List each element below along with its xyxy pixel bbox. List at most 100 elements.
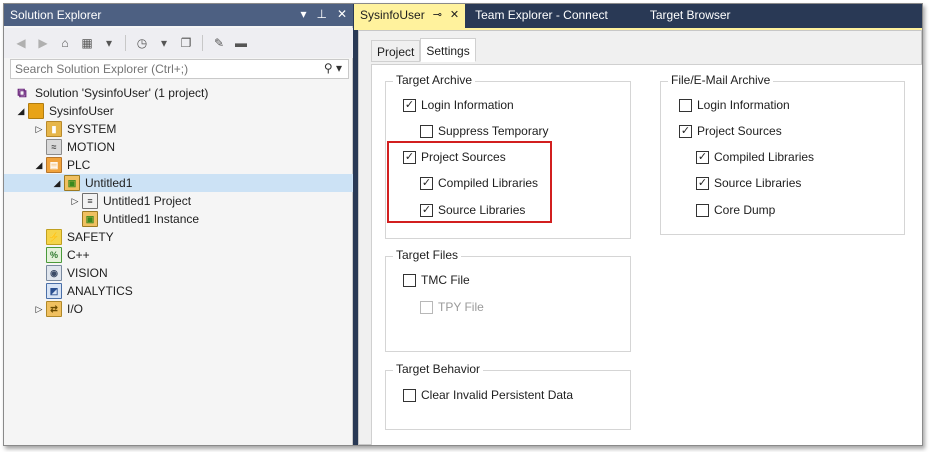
- close-icon[interactable]: ✕: [337, 7, 347, 21]
- tree-item-solution[interactable]: ⧉ Solution 'SysinfoUser' (1 project): [4, 84, 353, 102]
- toolbar-separator: [202, 35, 203, 51]
- solution-explorer-panel: Solution Explorer ▾ ⊥ ✕ ◀ ▶ ⌂ ▦ ▾ ◷ ▾ ❐ …: [4, 4, 353, 445]
- archive-project-sources-checkbox[interactable]: ✓ Project Sources: [679, 124, 782, 138]
- minus-icon[interactable]: ▬: [232, 34, 250, 52]
- tab-settings[interactable]: Settings: [420, 38, 476, 62]
- pin-icon[interactable]: ⊸: [433, 8, 442, 28]
- io-icon: ⇄: [46, 301, 62, 317]
- tab-sysinfouser[interactable]: SysinfoUser ⊸ ✕: [354, 4, 466, 28]
- tab-target-browser[interactable]: Target Browser: [644, 4, 737, 28]
- tree-item-label: I/O: [67, 302, 84, 316]
- solution-explorer-titlebar: Solution Explorer ▾ ⊥ ✕: [4, 4, 353, 26]
- chevron-down-icon[interactable]: ▾: [155, 34, 173, 52]
- analytics-icon: ◩: [46, 283, 62, 299]
- tree-item-plc[interactable]: ◢ ▤ PLC: [4, 156, 353, 174]
- core-dump-checkbox[interactable]: Core Dump: [696, 203, 775, 217]
- tree-item-system[interactable]: ▷ ▮ SYSTEM: [4, 120, 353, 138]
- tree-item-label: SAFETY: [67, 230, 114, 244]
- project-icon: [28, 103, 44, 119]
- checkbox-label: Core Dump: [714, 203, 776, 217]
- archive-source-libraries-checkbox[interactable]: ✓ Source Libraries: [696, 176, 801, 190]
- solution-explorer-toolbar: ◀ ▶ ⌂ ▦ ▾ ◷ ▾ ❐ ✎ ▬: [4, 28, 353, 58]
- target-files-group: Target Files TMC File TPY File: [385, 248, 631, 352]
- checkbox-label: Clear Invalid Persistent Data: [421, 388, 574, 402]
- checkbox-label: Login Information: [421, 98, 514, 112]
- search-input[interactable]: [11, 60, 311, 78]
- tree-item-safety[interactable]: ⚡ SAFETY: [4, 228, 353, 246]
- tree-item-label: Solution 'SysinfoUser' (1 project): [35, 86, 209, 100]
- cpp-icon: %: [46, 247, 62, 263]
- tab-project[interactable]: Project: [371, 40, 421, 62]
- checkbox-unchecked-icon[interactable]: [696, 203, 709, 217]
- checkbox-checked-icon[interactable]: ✓: [403, 98, 416, 112]
- chevron-down-icon[interactable]: ▾: [100, 34, 118, 52]
- tree-item-analytics[interactable]: ◩ ANALYTICS: [4, 282, 353, 300]
- tmc-file-checkbox[interactable]: TMC File: [403, 273, 470, 287]
- email-archive-group: File/E-Mail Archive Login Information ✓ …: [660, 73, 905, 235]
- collapse-all-icon[interactable]: ❐: [177, 34, 195, 52]
- expanded-arrow-icon[interactable]: ◢: [50, 176, 64, 190]
- solution-explorer-title: Solution Explorer: [10, 8, 102, 22]
- clear-invalid-persistent-data-checkbox[interactable]: Clear Invalid Persistent Data: [403, 388, 573, 402]
- login-information-checkbox[interactable]: ✓ Login Information: [403, 98, 514, 112]
- properties-wrench-icon[interactable]: ✎: [210, 34, 228, 52]
- system-icon: ▮: [46, 121, 62, 137]
- expanded-arrow-icon[interactable]: ◢: [14, 104, 28, 118]
- safety-icon: ⚡: [46, 229, 62, 245]
- tree-item-untitled1-instance[interactable]: ▣ Untitled1 Instance: [4, 210, 353, 228]
- checkbox-checked-icon[interactable]: ✓: [679, 124, 692, 138]
- checkbox-unchecked-icon[interactable]: [403, 273, 416, 287]
- pending-changes-icon[interactable]: ◷: [133, 34, 151, 52]
- checkbox-label: Compiled Libraries: [714, 150, 815, 164]
- solution-tree: ⧉ Solution 'SysinfoUser' (1 project) ◢ S…: [4, 84, 353, 318]
- checkbox-checked-icon[interactable]: ✓: [696, 176, 709, 190]
- checkbox-unchecked-icon[interactable]: [420, 300, 433, 314]
- document-body: Project Settings Target Archive ✓ Login …: [358, 30, 922, 445]
- tree-item-label: Untitled1 Project: [103, 194, 192, 208]
- tree-item-project[interactable]: ◢ SysinfoUser: [4, 102, 353, 120]
- archive-login-information-checkbox[interactable]: Login Information: [679, 98, 790, 112]
- dropdown-icon[interactable]: ▾: [300, 7, 306, 21]
- plc-project-icon: ▣: [64, 175, 80, 191]
- ide-window: Solution Explorer ▾ ⊥ ✕ ◀ ▶ ⌂ ▦ ▾ ◷ ▾ ❐ …: [3, 3, 923, 446]
- archive-compiled-libraries-checkbox[interactable]: ✓ Compiled Libraries: [696, 150, 814, 164]
- forward-icon[interactable]: ▶: [34, 34, 52, 52]
- back-icon[interactable]: ◀: [12, 34, 30, 52]
- settings-tabs: Project Settings: [371, 38, 476, 62]
- suppress-temporary-checkbox[interactable]: Suppress Temporary: [420, 124, 549, 138]
- tree-item-io[interactable]: ▷ ⇄ I/O: [4, 300, 353, 318]
- checkbox-unchecked-icon[interactable]: [679, 98, 692, 112]
- tree-item-motion[interactable]: ≈ MOTION: [4, 138, 353, 156]
- collapsed-arrow-icon[interactable]: ▷: [68, 194, 82, 208]
- tree-item-untitled1[interactable]: ◢ ▣ Untitled1: [4, 174, 353, 192]
- tree-item-cpp[interactable]: % C++: [4, 246, 353, 264]
- checkbox-unchecked-icon[interactable]: [420, 124, 433, 138]
- target-behavior-group: Target Behavior Clear Invalid Persistent…: [385, 362, 631, 430]
- document-tabs: SysinfoUser ⊸ ✕ Team Explorer - Connect …: [354, 4, 922, 28]
- toolbar-separator: [125, 35, 126, 51]
- group-title: Target Files: [393, 248, 462, 262]
- home-icon[interactable]: ⌂: [56, 34, 74, 52]
- collapsed-arrow-icon[interactable]: ▷: [32, 302, 46, 316]
- tree-item-untitled1-project[interactable]: ▷ ≡ Untitled1 Project: [4, 192, 353, 210]
- checkbox-label: TPY File: [438, 300, 484, 314]
- close-icon[interactable]: ✕: [450, 8, 459, 28]
- checkbox-unchecked-icon[interactable]: [403, 388, 416, 402]
- settings-panel: Target Archive ✓ Login Information Suppr…: [371, 64, 922, 445]
- tab-label: Target Browser: [649, 8, 731, 22]
- tree-item-label: C++: [67, 248, 90, 262]
- expanded-arrow-icon[interactable]: ◢: [32, 158, 46, 172]
- tree-item-vision[interactable]: ◉ VISION: [4, 264, 353, 282]
- group-title: File/E-Mail Archive: [668, 73, 774, 87]
- tree-item-label: MOTION: [67, 140, 115, 154]
- checkbox-label: Suppress Temporary: [438, 124, 549, 138]
- collapsed-arrow-icon[interactable]: ▷: [32, 122, 46, 136]
- checkbox-checked-icon[interactable]: ✓: [696, 150, 709, 164]
- search-box[interactable]: ⚲ ▾: [10, 59, 349, 79]
- highlight-box: [387, 141, 552, 223]
- tpy-file-checkbox[interactable]: TPY File: [420, 300, 484, 314]
- switch-views-icon[interactable]: ▦: [78, 34, 96, 52]
- tab-team-explorer[interactable]: Team Explorer - Connect: [469, 4, 614, 28]
- search-icon[interactable]: ⚲ ▾: [324, 61, 342, 75]
- pin-icon[interactable]: ⊥: [316, 7, 326, 21]
